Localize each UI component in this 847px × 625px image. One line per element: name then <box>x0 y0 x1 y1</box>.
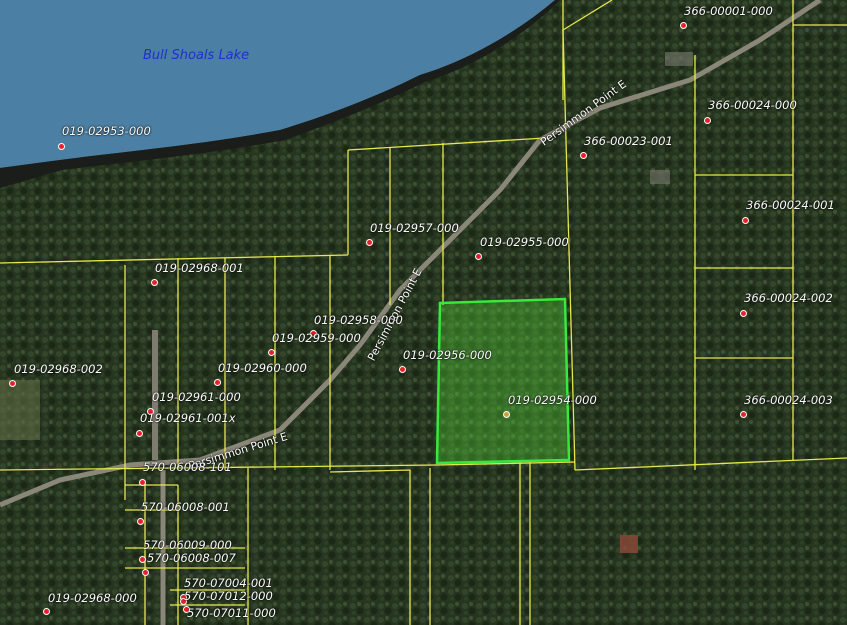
parcel-marker[interactable] <box>399 366 406 373</box>
parcel-label[interactable]: 019-02968-002 <box>14 363 103 376</box>
parcel-label[interactable]: 570-06008-101 <box>143 461 232 474</box>
parcel-marker[interactable] <box>704 117 711 124</box>
parcel-marker[interactable] <box>142 569 149 576</box>
parcel-label[interactable]: 019-02960-000 <box>218 362 307 375</box>
selected-parcel-outline[interactable] <box>435 297 571 465</box>
parcel-label[interactable]: 019-02961-000 <box>152 391 241 404</box>
parcel-label[interactable]: 366-00024-003 <box>744 394 833 407</box>
parcel-label[interactable]: 366-00024-002 <box>744 292 833 305</box>
clearing <box>0 380 40 440</box>
parcel-marker[interactable] <box>137 518 144 525</box>
parcel-label[interactable]: 366-00001-000 <box>684 5 773 18</box>
parcel-marker[interactable] <box>43 608 50 615</box>
parcel-marker[interactable] <box>9 380 16 387</box>
parcel-label[interactable]: 570-07012-000 <box>184 590 273 603</box>
selected-parcel-marker[interactable] <box>503 411 510 418</box>
lake-label: Bull Shoals Lake <box>143 48 250 63</box>
structure <box>620 535 638 553</box>
parcel-marker[interactable] <box>268 349 275 356</box>
parcel-label[interactable]: 019-02957-000 <box>370 222 459 235</box>
parcel-label[interactable]: 019-02968-001 <box>155 262 244 275</box>
parcel-label[interactable]: 019-02968-000 <box>48 592 137 605</box>
parcel-marker[interactable] <box>139 479 146 486</box>
parcel-label[interactable]: 570-06009-000 <box>143 539 232 552</box>
parcel-marker[interactable] <box>58 143 65 150</box>
parcel-marker[interactable] <box>151 279 158 286</box>
parcel-marker[interactable] <box>475 253 482 260</box>
parcel-label[interactable]: 366-00023-001 <box>584 135 673 148</box>
parcel-marker[interactable] <box>139 556 146 563</box>
parcel-marker[interactable] <box>580 152 587 159</box>
map-imagery <box>0 0 847 625</box>
parcel-label[interactable]: 570-06008-007 <box>147 552 236 565</box>
parcel-label[interactable]: 019-02961-001x <box>140 412 236 425</box>
parcel-label[interactable]: 570-07011-000 <box>187 607 276 620</box>
parcel-label[interactable]: 366-00024-001 <box>746 199 835 212</box>
parcel-marker[interactable] <box>214 379 221 386</box>
parcel-marker[interactable] <box>136 430 143 437</box>
parcel-label[interactable]: 570-06008-001 <box>141 501 230 514</box>
parcel-marker[interactable] <box>740 411 747 418</box>
parcel-map[interactable]: Bull Shoals Lake Persimmon Point E Persi… <box>0 0 847 625</box>
parcel-label[interactable]: 570-07004-001 <box>184 577 273 590</box>
structure <box>650 170 670 184</box>
parcel-marker[interactable] <box>680 22 687 29</box>
parcel-label[interactable]: 366-00024-000 <box>708 99 797 112</box>
parcel-label[interactable]: 019-02953-000 <box>62 125 151 138</box>
structure <box>665 52 693 66</box>
parcel-label[interactable]: 019-02958-000 <box>314 314 403 327</box>
parcel-marker[interactable] <box>366 239 373 246</box>
selected-parcel-label[interactable]: 019-02954-000 <box>508 394 597 407</box>
parcel-label[interactable]: 019-02955-000 <box>480 236 569 249</box>
parcel-label[interactable]: 019-02956-000 <box>403 349 492 362</box>
parcel-marker[interactable] <box>740 310 747 317</box>
parcel-marker[interactable] <box>742 217 749 224</box>
parcel-label[interactable]: 019-02959-000 <box>272 332 361 345</box>
